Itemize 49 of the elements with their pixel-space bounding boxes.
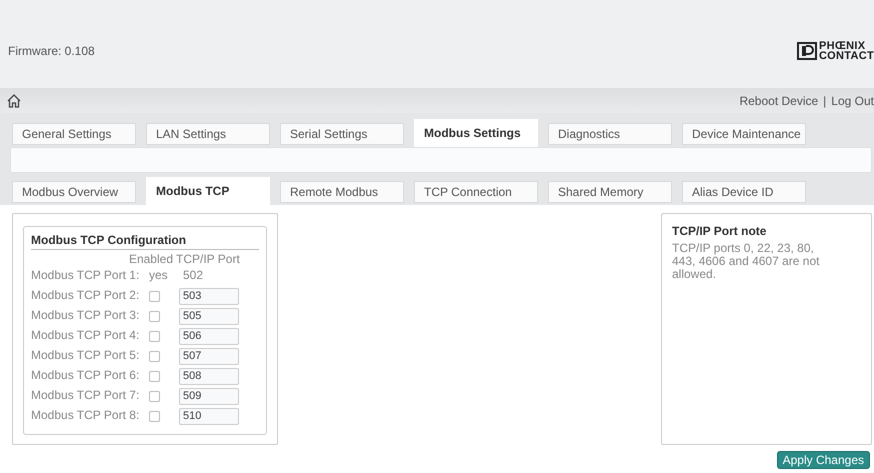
port-label: Modbus TCP Port 5: (31, 347, 140, 364)
port-input-field[interactable]: 503 (179, 288, 239, 304)
tab[interactable]: Modbus Settings (414, 119, 538, 147)
port-input-field[interactable]: 507 (179, 348, 239, 364)
enable-checkbox[interactable] (149, 370, 160, 382)
tab[interactable]: TCP Connection (414, 181, 538, 203)
logout-link[interactable]: Log Out (831, 94, 874, 108)
port-input-field[interactable]: 509 (179, 388, 239, 404)
enabled-value: yes (149, 267, 169, 284)
port-label: Modbus TCP Port 6: (31, 367, 140, 384)
port-label: Modbus TCP Port 8: (31, 407, 140, 424)
config-title: Modbus TCP Configuration (31, 233, 259, 250)
port-input-field[interactable]: 510 (179, 408, 239, 424)
apply-button[interactable]: Apply Changes (776, 451, 870, 469)
enable-checkbox[interactable] (149, 390, 160, 402)
tab[interactable]: LAN Settings (146, 123, 270, 145)
tab[interactable]: Shared Memory (548, 181, 672, 203)
tab[interactable]: Remote Modbus (280, 181, 404, 203)
tab[interactable]: Modbus TCP (146, 177, 270, 205)
port-label: Modbus TCP Port 2: (31, 287, 140, 304)
home-icon[interactable] (6, 92, 22, 108)
separator: | (823, 94, 826, 108)
port-label: Modbus TCP Port 3: (31, 307, 140, 324)
enable-checkbox[interactable] (149, 410, 160, 422)
note-title: TCP/IP Port note (672, 224, 768, 238)
tab[interactable]: Diagnostics (548, 123, 672, 145)
column-header: TCP/IP Port (175, 252, 241, 266)
port-value: 502 (182, 267, 204, 284)
logo-icon (796, 42, 817, 60)
tab[interactable]: Device Maintenance (682, 123, 806, 145)
enable-checkbox[interactable] (149, 350, 160, 362)
tab[interactable]: Modbus Overview (12, 181, 136, 203)
enable-checkbox[interactable] (149, 310, 160, 322)
port-label: Modbus TCP Port 7: (31, 387, 140, 404)
tab[interactable]: General Settings (12, 123, 136, 145)
tab[interactable]: Alias Device ID (682, 181, 806, 203)
logo-text: PHŒNIX CONTACT (818, 41, 874, 61)
tab[interactable]: Serial Settings (280, 123, 404, 145)
port-label: Modbus TCP Port 1: (31, 267, 140, 284)
reboot-link[interactable]: Reboot Device (739, 94, 818, 108)
enable-checkbox[interactable] (149, 330, 160, 342)
firmware-version: Firmware: 0.108 (8, 44, 95, 58)
port-input-field[interactable]: 508 (179, 368, 239, 384)
note-text: TCP/IP ports 0, 22, 23, 80, 443, 4606 and 4607 are not allowed. (672, 242, 820, 281)
port-input-field[interactable]: 506 (179, 328, 239, 344)
port-label: Modbus TCP Port 4: (31, 327, 140, 344)
column-header: Enabled (128, 252, 173, 266)
port-input-field[interactable]: 505 (179, 308, 239, 324)
enable-checkbox[interactable] (149, 290, 160, 302)
